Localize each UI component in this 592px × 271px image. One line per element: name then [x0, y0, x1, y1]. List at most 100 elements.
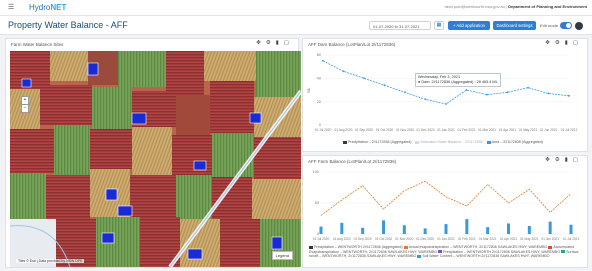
y-tick-label: 20: [317, 100, 321, 104]
legend-item[interactable]: Soil Water Content – WENTWORTH 2//117283…: [417, 254, 550, 258]
y-axis-label: ML: [307, 87, 311, 92]
bar: [548, 221, 552, 234]
map-view[interactable]: + − Legend Tiles © Esri | Data provided …: [10, 51, 301, 267]
legend-swatch: [415, 140, 420, 144]
dashboard-settings-button[interactable]: Dashboard settings: [493, 21, 536, 30]
x-tick-label: 01 Jun 2021: [540, 128, 558, 132]
x-tick-label: 01 Jul 2020: [315, 128, 332, 132]
x-tick-label: 01 Aug 2020: [335, 128, 353, 132]
date-range-input[interactable]: 01-07-2020 to 31-07-2021: [369, 21, 431, 30]
farm-balance-title: AFF Farm Balance (LotPlan/Lot 2//1172836…: [308, 159, 397, 164]
page-header: Property Water Balance - AFF 01-07-2020 …: [0, 16, 592, 35]
bar: [319, 226, 323, 234]
user-department: Department of Planning and Environment: [508, 4, 587, 9]
data-point: [424, 98, 427, 101]
bar: [423, 228, 427, 234]
legend-swatch: [486, 140, 491, 144]
x-tick-label: 01 Dec 2020: [416, 128, 434, 132]
panel-toolbar: ✥⚙▮▢: [545, 40, 583, 46]
move-icon[interactable]: ✥: [256, 40, 266, 46]
x-tick-label: 01 Oct 2020: [375, 237, 393, 241]
calendar-icon[interactable]: ▦: [434, 21, 444, 30]
legend-swatch: [438, 250, 443, 254]
y-tick-label: 0: [317, 232, 319, 236]
farm-balance-chart[interactable]: 05010001 Jul 2020 01 Aug 2020 01 Sep 2020 0…: [307, 168, 585, 244]
panel-toolbar: ✥⚙▮▢: [256, 40, 294, 46]
bar: [527, 225, 531, 234]
settings-icon[interactable]: ⚙: [555, 157, 565, 163]
x-tick-label: 01 Sep 2020: [354, 237, 372, 241]
move-icon[interactable]: ✥: [545, 157, 555, 163]
zoom-control: + −: [21, 96, 29, 113]
expand-icon[interactable]: ▢: [573, 40, 583, 46]
y-tick-label: 0: [319, 123, 321, 127]
legend-item[interactable]: Actual evapotranspiration – WENTWORTH, 2…: [403, 245, 548, 249]
data-point: [506, 91, 509, 94]
bar: [361, 227, 365, 234]
y-tick-label: 40: [317, 77, 321, 81]
map-legend-button[interactable]: Legend: [271, 251, 293, 260]
data-point: [486, 93, 488, 96]
bar: [507, 223, 510, 234]
dam-balance-legend: Precipitation – 2//1172836 (Aggregated) …: [343, 140, 543, 144]
delete-icon[interactable]: ▮: [276, 40, 284, 46]
legend-item[interactable]: Precipitation – 2//1172836 (Aggregated): [343, 140, 411, 144]
dam-balance-chart[interactable]: 0 20 40 60 ML 01 Jul 2020 01 Aug 2020 01 Sep 20…: [307, 51, 585, 137]
farm-balance-panel: AFF Farm Balance (LotPlan/Lot 2//1172836…: [302, 155, 588, 268]
expand-icon[interactable]: ▢: [284, 40, 294, 46]
add-application-button[interactable]: + Add application: [448, 21, 490, 30]
expand-icon[interactable]: ▢: [573, 157, 583, 163]
x-tick-label: 01 Jul 2020: [313, 237, 330, 241]
x-tick-label: 01 Jan 2021: [437, 237, 455, 241]
brand-prefix: Hydro: [29, 3, 51, 12]
x-tick-label: 01 Dec 2020: [416, 237, 434, 241]
x-tick-label: 01 Feb 2021: [458, 237, 476, 241]
delete-icon[interactable]: ▮: [565, 40, 573, 46]
legend-label: Estimated Water Balance – 2//1172836: [420, 140, 483, 144]
bar: [340, 222, 344, 234]
dam-balance-title: AFF Dam Balance (LotPlan/Lot 2//1172836): [308, 42, 396, 47]
legend-label: Precipitation – 2//1172836 (Aggregated): [348, 140, 412, 144]
edit-mode-toggle[interactable]: [560, 22, 572, 29]
y-tick-label: 50: [315, 201, 319, 205]
bar: [444, 224, 448, 234]
x-tick-label: 01 Sep 2020: [355, 128, 373, 132]
legend-item[interactable]: Area – 2//1172836 (Aggregated): [486, 140, 543, 144]
x-tick-label: 01 Jan 2021: [437, 128, 455, 132]
zoom-in-button[interactable]: +: [22, 97, 28, 104]
data-point: [404, 91, 406, 94]
y-tick-label: 100: [313, 170, 319, 174]
x-tick-label: 01 Jul 2021: [563, 237, 580, 241]
settings-icon[interactable]: ⚙: [266, 40, 276, 46]
x-tick-label: 01 Jun 2021: [541, 237, 559, 241]
bar: [465, 219, 469, 234]
zoom-out-button[interactable]: −: [22, 104, 28, 112]
series-line: [320, 180, 572, 216]
map-canvas[interactable]: [10, 51, 301, 267]
map-panel-title: Farm Water Balance Sites: [11, 42, 64, 47]
map-attribution: Tiles © Esri | Data provided by NSW DPE: [16, 259, 85, 263]
legend-label: Actual evapotranspiration – WENTWORTH, 2…: [408, 245, 548, 249]
legend-item[interactable]: Precipitation – WENTWORTH 2//1172836 (Ag…: [309, 245, 403, 249]
help-icon[interactable]: [575, 22, 583, 30]
legend-item[interactable]: Estimated Water Balance – 2//1172836: [415, 140, 483, 144]
bar: [569, 224, 573, 234]
move-icon[interactable]: ✥: [545, 40, 555, 46]
user-info[interactable]: dewi.putri@wentworth.nsw.gov.au | Depart…: [445, 4, 587, 9]
x-tick-label: 01 Nov 2020: [396, 128, 414, 132]
y-tick-label: 60: [317, 53, 321, 57]
data-point: [322, 59, 324, 62]
bar: [486, 227, 490, 234]
legend-item[interactable]: Precipitation – WENTWORTH 2//1172836 SAW…: [438, 250, 560, 254]
data-point: [363, 77, 365, 80]
settings-icon[interactable]: ⚙: [555, 40, 565, 46]
delete-icon[interactable]: ▮: [565, 157, 573, 163]
app-logo[interactable]: HydroNET: [29, 3, 66, 12]
farm-balance-legend: Precipitation – WENTWORTH 2//1172836 (Ag…: [309, 245, 585, 259]
x-tick-label: 01 Aug 2020: [333, 237, 351, 241]
hamburger-icon[interactable]: ☰: [8, 4, 14, 11]
user-email: dewi.putri@wentworth.nsw.gov.au: [444, 4, 505, 9]
data-point: [445, 103, 447, 105]
bar: [402, 225, 406, 234]
data-point: [568, 94, 570, 97]
